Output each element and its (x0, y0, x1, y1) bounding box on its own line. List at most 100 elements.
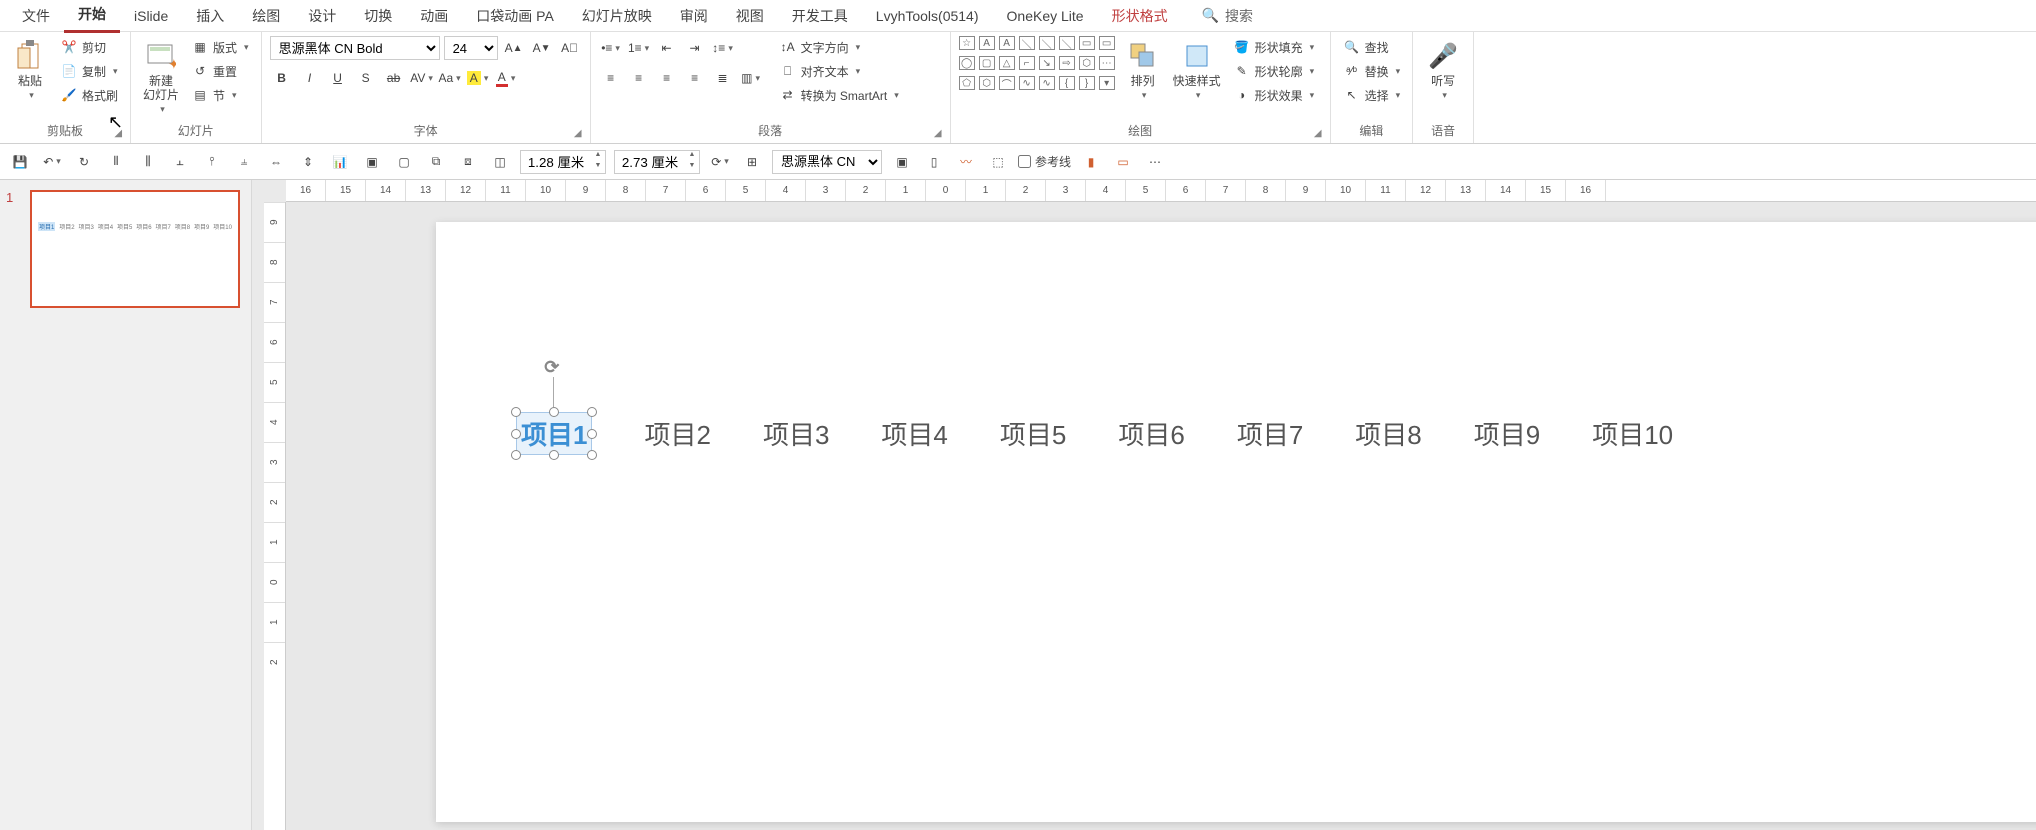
qat-btn-d[interactable]: ⬚ (986, 150, 1010, 174)
dictate-button[interactable]: 🎤听写 (1421, 36, 1465, 105)
shape-item-4[interactable]: 项目4 (881, 415, 947, 452)
qat-more[interactable]: ⋯ (1143, 150, 1167, 174)
tab-onekey[interactable]: OneKey Lite (993, 2, 1098, 30)
qat-btn-1[interactable]: ⫴ (104, 150, 128, 174)
width-down[interactable]: ▼ (591, 162, 605, 173)
width-up[interactable]: ▲ (591, 151, 605, 162)
bold-button[interactable]: B (270, 66, 294, 90)
indent-decrease-button[interactable]: ⇤ (655, 36, 679, 60)
align-right-button[interactable]: ≡ (655, 66, 679, 90)
chart-btn[interactable]: 📊 (328, 150, 352, 174)
tab-developer[interactable]: 开发工具 (778, 0, 862, 32)
numbering-button[interactable]: 1≡ (627, 36, 651, 60)
height-down[interactable]: ▼ (685, 162, 699, 173)
handle-br[interactable] (587, 450, 597, 460)
tab-insert[interactable]: 插入 (182, 0, 238, 32)
guides-check[interactable] (1018, 155, 1031, 168)
send-back[interactable]: ▢ (392, 150, 416, 174)
height-spinner[interactable]: ▲▼ (614, 150, 700, 174)
shape-item-2[interactable]: 项目2 (644, 415, 710, 452)
char-spacing-button[interactable]: AV (410, 66, 434, 90)
shape-flow2[interactable]: ⬡ (979, 76, 995, 90)
shape-curve2[interactable]: ∿ (1039, 76, 1055, 90)
shadow-button[interactable]: S (354, 66, 378, 90)
align-center-h[interactable]: ⫼ (136, 150, 160, 174)
grow-font-button[interactable]: A▲ (502, 36, 526, 60)
undo-button[interactable]: ↶ (40, 150, 64, 174)
shape-flow1[interactable]: ⬠ (959, 76, 975, 90)
italic-button[interactable]: I (298, 66, 322, 90)
tab-shape-format[interactable]: 形状格式 (1098, 0, 1182, 32)
shape-textbox[interactable]: A (979, 36, 995, 50)
tab-design[interactable]: 设计 (294, 0, 350, 32)
slides-panel[interactable]: 1 项目1项目2项目3项目4项目5项目6项目7项目8项目9项目10 (0, 180, 252, 830)
shape-curve[interactable]: ∿ (1019, 76, 1035, 90)
height-up[interactable]: ▲ (685, 151, 699, 162)
font-color-button[interactable]: A (494, 66, 518, 90)
strike-button[interactable]: ab (382, 66, 406, 90)
reset-button[interactable]: ↺重置 (187, 60, 253, 82)
shape-oval[interactable]: ◯ (959, 56, 975, 70)
arrange-button[interactable]: 排列 (1121, 36, 1165, 105)
paragraph-launcher[interactable]: ◢ (934, 128, 942, 139)
shape-outline-button[interactable]: ✎形状轮廓 (1229, 60, 1319, 82)
layout-button[interactable]: ▦版式 (187, 36, 253, 58)
indent-increase-button[interactable]: ⇥ (683, 36, 707, 60)
qat-btn-a[interactable]: ▣ (890, 150, 914, 174)
shape-star[interactable]: ☆ (959, 36, 975, 50)
clipboard-launcher[interactable]: ◢ (114, 128, 122, 139)
font-launcher[interactable]: ◢ (574, 128, 582, 139)
shape-item-6[interactable]: 项目6 (1118, 415, 1184, 452)
shape-triangle[interactable]: △ (999, 56, 1015, 70)
underline-button[interactable]: U (326, 66, 350, 90)
shape-line[interactable]: ＼ (1019, 36, 1035, 50)
shape-line3[interactable]: ＼ (1059, 36, 1075, 50)
qat-btn-f[interactable]: ▭ (1111, 150, 1135, 174)
tab-file[interactable]: 文件 (8, 0, 64, 32)
new-slide-button[interactable]: ✦ 新建 幻灯片 (139, 36, 183, 119)
canvas-wrap[interactable]: 项目1 ⟳ 项目2 项目3 项目4 项目5 项目6 项目7 项目8 项目9 项目… (286, 202, 2036, 830)
shape-item-10[interactable]: 项目10 (1592, 415, 1673, 452)
shrink-font-button[interactable]: A▼ (530, 36, 554, 60)
tab-view[interactable]: 视图 (722, 0, 778, 32)
shape-hex[interactable]: ⬡ (1079, 56, 1095, 70)
shape-brace[interactable]: { (1059, 76, 1075, 90)
redo-button[interactable]: ↻ (72, 150, 96, 174)
shape-item-3[interactable]: 项目3 (763, 415, 829, 452)
align-left-button[interactable]: ≡ (599, 66, 623, 90)
handle-l[interactable] (511, 429, 521, 439)
shape-textbox-v[interactable]: A (999, 36, 1015, 50)
shape-arrow[interactable]: ↘ (1039, 56, 1055, 70)
ungroup-btn[interactable]: ⧈ (456, 150, 480, 174)
slide-canvas[interactable]: 项目1 ⟳ 项目2 项目3 项目4 项目5 项目6 项目7 项目8 项目9 项目… (436, 222, 2036, 822)
cut-button[interactable]: ✂️剪切 (56, 36, 122, 58)
quick-styles-button[interactable]: 快速样式 (1169, 36, 1225, 105)
justify-button[interactable]: ≡ (683, 66, 707, 90)
search-box[interactable]: 🔍 搜索 (1202, 6, 1253, 26)
distribute-button[interactable]: ≣ (711, 66, 735, 90)
text-direction-button[interactable]: ↕A文字方向 (775, 36, 903, 58)
width-input[interactable] (521, 151, 591, 173)
align-bottom[interactable]: ⫨ (232, 150, 256, 174)
handle-tl[interactable] (511, 407, 521, 417)
handle-r[interactable] (587, 429, 597, 439)
qat-btn-e[interactable]: ▮ (1079, 150, 1103, 174)
columns-button[interactable]: ▥ (739, 66, 763, 90)
shape-item-1[interactable]: 项目1 ⟳ (516, 412, 592, 455)
slide-thumbnail-1[interactable]: 项目1项目2项目3项目4项目5项目6项目7项目8项目9项目10 (30, 190, 240, 308)
shape-l[interactable]: ⌐ (1019, 56, 1035, 70)
handle-tr[interactable] (587, 407, 597, 417)
tab-transition[interactable]: 切换 (350, 0, 406, 32)
font-name-select[interactable]: 思源黑体 CN Bold (270, 36, 440, 60)
shape-more1[interactable]: ▭ (1099, 36, 1115, 50)
paste-button[interactable]: 粘贴 (8, 36, 52, 105)
select-button[interactable]: ↖选择 (1339, 84, 1405, 106)
guides-checkbox[interactable]: 参考线 (1018, 153, 1071, 170)
replace-button[interactable]: ᵃ⁄ᵇ替换 (1339, 60, 1405, 82)
rotate-btn[interactable]: ⟳ (708, 150, 732, 174)
shape-expand[interactable]: ▾ (1099, 76, 1115, 90)
line-spacing-button[interactable]: ↕≡ (711, 36, 735, 60)
bring-front[interactable]: ▣ (360, 150, 384, 174)
clear-format-button[interactable]: A⃠ (558, 36, 582, 60)
change-case-button[interactable]: Aa (438, 66, 462, 90)
